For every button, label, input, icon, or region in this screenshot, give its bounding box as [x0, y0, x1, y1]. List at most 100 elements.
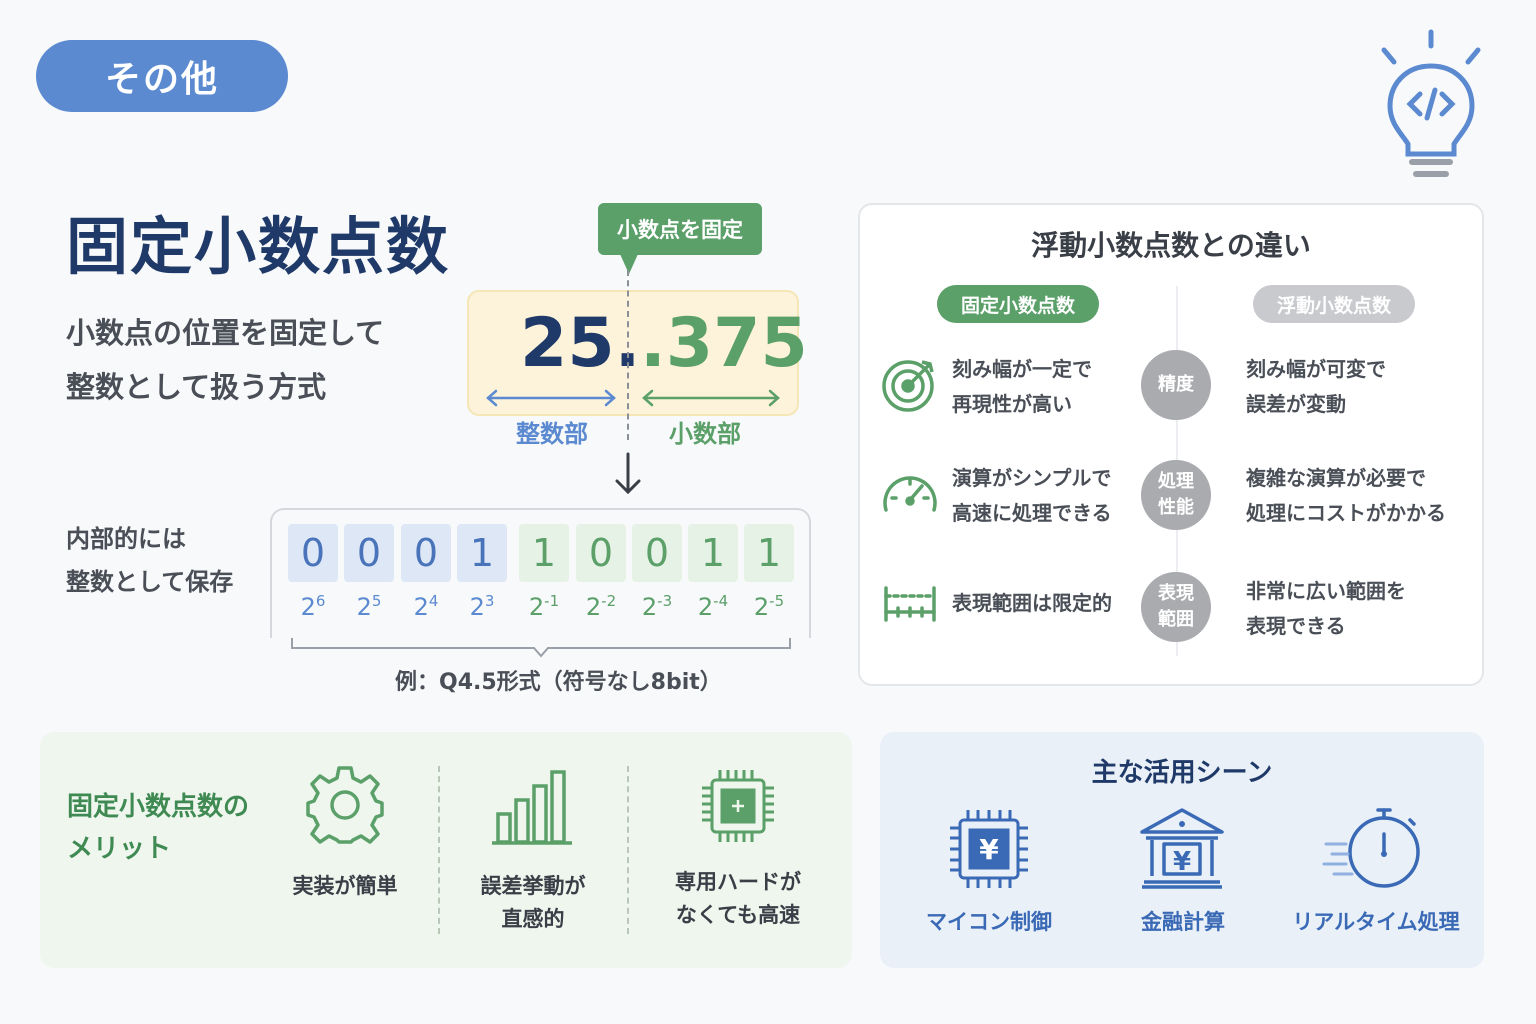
fix-tag-pointer	[620, 254, 638, 274]
bit-weight: 2-3	[632, 592, 682, 621]
aspect-label: 範囲	[1158, 609, 1194, 630]
bit-cell: 0	[632, 524, 682, 582]
target-icon	[882, 360, 934, 412]
merit-label-line: なくても高速	[675, 903, 801, 927]
bit-weight-base: 2	[413, 593, 429, 621]
bit-weight: 26	[288, 592, 338, 621]
format-example: 例：Q4.5形式（符号なし8bit）	[395, 670, 722, 695]
stopwatch-icon	[1322, 808, 1420, 888]
fixed-point-pill: 固定小数点数	[937, 285, 1099, 323]
bit-weight-exponent: 5	[371, 592, 382, 610]
bit-cell: 1	[519, 524, 569, 582]
merit-label-line: 専用ハードが	[675, 870, 801, 894]
range-icon	[884, 586, 936, 622]
aspect-range-badge: 表現 範囲	[1141, 572, 1211, 642]
merit-label-line: 実装が簡単	[292, 874, 398, 898]
aspect-label: 性能	[1158, 497, 1194, 518]
fixed-performance-line: 演算がシンプルで	[952, 466, 1112, 490]
speedometer-icon	[883, 476, 937, 512]
bit-cell: 1	[688, 524, 738, 582]
fixed-precision-line: 再現性が高い	[952, 392, 1072, 416]
comparison-title: 浮動小数点数との違い	[1031, 229, 1311, 262]
fraction-part-label: 小数部	[669, 420, 741, 448]
svg-text:¥: ¥	[979, 833, 999, 866]
bit-cell: 0	[401, 524, 451, 582]
microcontroller-yen-icon: ¥	[950, 810, 1028, 888]
bit-weight-exponent: -4	[713, 592, 729, 610]
svg-text:¥: ¥	[1173, 847, 1191, 877]
merit-label-fast: 専用ハードが なくても高速	[648, 866, 828, 932]
use-case-finance: 金融計算	[1141, 910, 1225, 934]
page-title: 固定小数点数	[66, 210, 451, 283]
fixed-precision-text: 刻み幅が一定で 再現性が高い	[952, 352, 1092, 422]
bit-cell: 1	[457, 524, 507, 582]
use-case-realtime: リアルタイム処理	[1292, 910, 1460, 934]
merit-title: 固定小数点数の メリット	[67, 786, 249, 870]
integer-part-number: 25.	[520, 304, 641, 383]
float-range-line: 非常に広い範囲を	[1246, 579, 1406, 603]
bits-bracket	[291, 638, 791, 658]
merit-title-line: 固定小数点数の	[67, 792, 250, 822]
bit-weight-exponent: -5	[769, 592, 785, 610]
description: 小数点の位置を固定して 整数として扱う方式	[66, 306, 384, 414]
description-line: 整数として扱う方式	[66, 370, 327, 404]
internal-storage-line: 整数として保存	[66, 568, 234, 596]
lightbulb-code-icon	[1381, 29, 1481, 177]
bar-chart-icon	[492, 770, 572, 845]
float-performance-line: 複雑な演算が必要で	[1246, 466, 1426, 490]
bit-weight-exponent: -1	[544, 592, 560, 610]
fixed-precision-line: 刻み幅が一定で	[952, 357, 1092, 381]
aspect-precision-badge: 精度	[1141, 350, 1211, 420]
category-pill: その他	[36, 40, 288, 112]
float-precision-line: 誤差が変動	[1246, 392, 1346, 416]
aspect-label: 精度	[1158, 374, 1194, 395]
bit-weight: 2-4	[688, 592, 738, 621]
decimal-point-line	[627, 270, 629, 440]
merit-title-line: メリット	[67, 834, 172, 864]
down-arrow-icon	[615, 452, 641, 495]
aspect-label: 表現	[1158, 583, 1194, 604]
float-range-text: 非常に広い範囲を 表現できる	[1246, 574, 1406, 644]
fixed-performance-text: 演算がシンプルで 高速に処理できる	[952, 461, 1112, 531]
float-performance-text: 複雑な演算が必要で 処理にコストがかかる	[1246, 461, 1446, 531]
internal-storage-label: 内部的には 整数として保存	[66, 518, 233, 604]
float-range-line: 表現できる	[1246, 614, 1346, 638]
chip-icon	[702, 770, 774, 842]
bit-weight: 2-5	[744, 592, 794, 621]
aspect-performance-badge: 処理 性能	[1141, 460, 1211, 530]
floating-point-pill: 浮動小数点数	[1253, 285, 1415, 323]
bit-weight-exponent: 6	[315, 592, 326, 610]
use-cases-title: 主な活用シーン	[1091, 758, 1273, 788]
fixed-range-line: 表現範囲は限定的	[952, 591, 1112, 615]
bit-weight-base: 2	[585, 593, 602, 621]
fixed-performance-line: 高速に処理できる	[952, 501, 1112, 525]
bit-weight-exponent: 4	[428, 592, 439, 610]
float-performance-line: 処理にコストがかかる	[1246, 501, 1446, 525]
bit-weight: 24	[401, 592, 451, 621]
float-precision-text: 刻み幅が可変で 誤差が変動	[1246, 352, 1386, 422]
integer-range-arrow	[486, 389, 616, 407]
fraction-range-arrow	[642, 389, 780, 407]
bit-cell: 0	[288, 524, 338, 582]
bit-weight-base: 2	[697, 593, 714, 621]
merit-divider	[438, 766, 440, 934]
merit-label-line: 直感的	[501, 907, 565, 931]
merit-label-simple: 実装が簡単	[270, 870, 420, 903]
float-precision-line: 刻み幅が可変で	[1246, 357, 1386, 381]
bit-weight: 2-1	[519, 592, 569, 621]
bit-weight-base: 2	[641, 593, 658, 621]
merit-label-intuitive: 誤差挙動が 直感的	[458, 870, 608, 936]
bit-weight-base: 2	[528, 593, 545, 621]
bit-weight-base: 2	[753, 593, 770, 621]
bank-yen-icon: ¥	[1140, 808, 1224, 889]
fixed-range-text: 表現範囲は限定的	[952, 586, 1112, 621]
fraction-part-number: .375	[640, 304, 808, 383]
merit-divider	[627, 766, 629, 934]
bit-cell: 0	[576, 524, 626, 582]
use-case-microcontroller: マイコン制御	[926, 910, 1052, 934]
bit-weight-base: 2	[300, 593, 316, 621]
integer-part-label: 整数部	[516, 420, 588, 448]
bit-weight-exponent: 3	[484, 592, 495, 610]
bit-weight-exponent: -2	[601, 592, 617, 610]
fix-point-tag: 小数点を固定	[598, 203, 762, 255]
